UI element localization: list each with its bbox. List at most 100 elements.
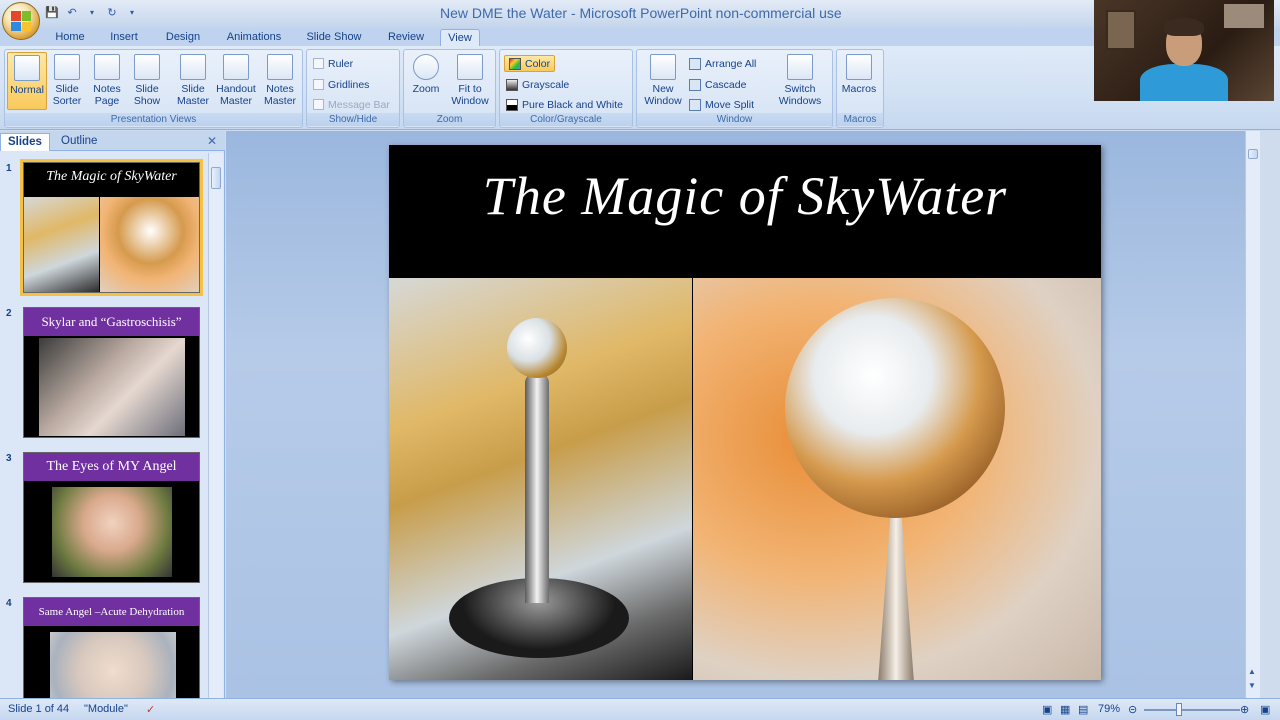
normal-view-button[interactable]: Normal	[7, 52, 47, 110]
pure-black-white-button[interactable]: Pure Black and White	[506, 96, 623, 113]
title-bar: 💾 ↶ ▾ ↻ ▾ New DME the Water - Microsoft …	[0, 0, 1280, 28]
office-button[interactable]	[2, 2, 40, 40]
thumbnails-scrollbar[interactable]	[208, 153, 223, 698]
checkbox-icon	[313, 58, 324, 69]
slide-show-icon	[134, 54, 160, 80]
slides-pane: Slides Outline ✕ 1 The Magic of SkyWater…	[0, 131, 225, 698]
zoom-in-icon[interactable]: ⊕	[1240, 703, 1249, 716]
slide-number: 2	[6, 308, 12, 319]
new-window-icon	[650, 54, 676, 80]
grayscale-button[interactable]: Grayscale	[506, 76, 569, 93]
close-icon[interactable]: ✕	[207, 134, 217, 148]
group-label: Color/Grayscale	[500, 113, 632, 126]
fit-slide-icon[interactable]: ▣	[1260, 703, 1270, 716]
scrollbar-thumb[interactable]	[1248, 149, 1258, 159]
slide-editing-area: The Magic of SkyWater ▲ ▼	[226, 131, 1260, 698]
tab-review[interactable]: Review	[382, 29, 430, 46]
slide-thumbnail-2[interactable]: Skylar and “Gastroschisis”	[23, 307, 200, 438]
move-split-button[interactable]: Move Split	[689, 96, 754, 113]
slide-number: 3	[6, 453, 12, 464]
tab-animations[interactable]: Animations	[220, 29, 288, 46]
move-split-icon	[689, 98, 701, 111]
group-zoom: Zoom Fit to Window Zoom	[403, 49, 496, 128]
slide-title[interactable]: The Magic of SkyWater	[389, 165, 1101, 227]
thumbnail-title: The Magic of SkyWater	[24, 163, 199, 191]
ribbon: Normal Slide Sorter Notes Page Slide Sho…	[0, 46, 1280, 130]
slide-master-button[interactable]: Slide Master	[173, 52, 213, 107]
customize-qat-icon[interactable]: ▾	[124, 4, 140, 20]
thumbnail-image	[50, 632, 176, 698]
tab-insert[interactable]: Insert	[104, 29, 144, 46]
arrange-all-button[interactable]: Arrange All	[689, 55, 756, 72]
zoom-slider[interactable]	[1144, 709, 1240, 711]
slide-scrollbar[interactable]: ▲ ▼	[1245, 131, 1260, 698]
notes-master-button[interactable]: Notes Master	[260, 52, 300, 107]
tab-view[interactable]: View	[440, 29, 480, 46]
theme-name: "Module"	[84, 703, 128, 715]
slide-thumbnail-1[interactable]: The Magic of SkyWater	[20, 159, 203, 296]
notes-page-button[interactable]: Notes Page	[87, 52, 127, 107]
group-label: Macros	[837, 113, 883, 126]
slide-sorter-button[interactable]: Slide Sorter	[47, 52, 87, 107]
tab-home[interactable]: Home	[50, 29, 90, 46]
webcam-overlay	[1094, 0, 1274, 101]
group-macros: Macros Macros	[836, 49, 884, 128]
status-bar: Slide 1 of 44 "Module" ✓ ▣ ▦ ▤ 79% ⊝ ⊕ ▣	[0, 698, 1280, 720]
tab-slides[interactable]: Slides	[0, 133, 50, 151]
slide-thumbnail-4[interactable]: Same Angel –Acute Dehydration	[23, 597, 200, 698]
color-swatch-icon	[509, 57, 521, 70]
globe-on-drop-image[interactable]	[693, 278, 1101, 680]
switch-windows-button[interactable]: Switch Windows	[773, 52, 827, 107]
notes-page-icon	[94, 54, 120, 80]
next-slide-icon[interactable]: ▼	[1248, 681, 1256, 690]
redo-icon[interactable]: ↻	[104, 4, 120, 20]
zoom-out-icon[interactable]: ⊝	[1128, 703, 1137, 716]
slide-sorter-icon	[54, 54, 80, 80]
thumbnail-image	[39, 338, 185, 436]
black-white-icon	[506, 98, 518, 111]
current-slide[interactable]: The Magic of SkyWater	[389, 145, 1101, 680]
zoom-button[interactable]: Zoom	[406, 52, 446, 95]
zoom-slider-knob[interactable]	[1176, 703, 1182, 716]
thumbnail-image	[24, 197, 99, 292]
macros-button[interactable]: Macros	[839, 52, 879, 95]
water-drop-image[interactable]	[389, 278, 692, 680]
previous-slide-icon[interactable]: ▲	[1248, 667, 1256, 676]
ribbon-tabs: Home Insert Design Animations Slide Show…	[0, 28, 1280, 46]
checkbox-icon	[313, 79, 324, 90]
new-window-button[interactable]: New Window	[641, 52, 685, 107]
tab-outline[interactable]: Outline	[54, 133, 104, 151]
normal-view-icon	[14, 55, 40, 81]
cascade-button[interactable]: Cascade	[689, 76, 746, 93]
slide-thumbnail-3[interactable]: The Eyes of MY Angel	[23, 452, 200, 583]
handout-master-icon	[223, 54, 249, 80]
save-icon[interactable]: 💾	[44, 4, 60, 20]
undo-icon[interactable]: ↶	[64, 4, 80, 20]
color-button[interactable]: Color	[504, 55, 556, 72]
slide-show-button[interactable]: Slide Show	[127, 52, 167, 107]
tab-design[interactable]: Design	[160, 29, 206, 46]
cascade-icon	[689, 78, 701, 91]
switch-windows-icon	[787, 54, 813, 80]
spell-check-icon[interactable]: ✓	[146, 703, 155, 716]
group-presentation-views: Normal Slide Sorter Notes Page Slide Sho…	[4, 49, 303, 128]
thumbnail-image	[52, 487, 172, 577]
message-bar-checkbox[interactable]: Message Bar	[313, 96, 390, 113]
zoom-level[interactable]: 79%	[1098, 703, 1120, 715]
scrollbar-thumb[interactable]	[211, 167, 221, 189]
tab-slide-show[interactable]: Slide Show	[302, 29, 366, 46]
slide-sorter-icon[interactable]: ▦	[1060, 703, 1070, 716]
handout-master-button[interactable]: Handout Master	[214, 52, 258, 107]
slide-show-icon[interactable]: ▤	[1078, 703, 1088, 716]
grayscale-icon	[506, 78, 518, 91]
group-window: New Window Arrange All Cascade Move Spli…	[636, 49, 833, 128]
slide-count: Slide 1 of 44	[8, 703, 70, 715]
normal-view-icon[interactable]: ▣	[1042, 703, 1052, 716]
fit-to-window-button[interactable]: Fit to Window	[448, 52, 492, 107]
magnifier-icon	[413, 54, 439, 80]
ruler-checkbox[interactable]: Ruler	[313, 55, 353, 72]
slide-thumbnails: 1 The Magic of SkyWater 2 Skylar and “Ga…	[0, 153, 207, 698]
chevron-down-icon[interactable]: ▾	[84, 4, 100, 20]
thumbnail-title: Skylar and “Gastroschisis”	[24, 308, 199, 336]
gridlines-checkbox[interactable]: Gridlines	[313, 76, 369, 93]
